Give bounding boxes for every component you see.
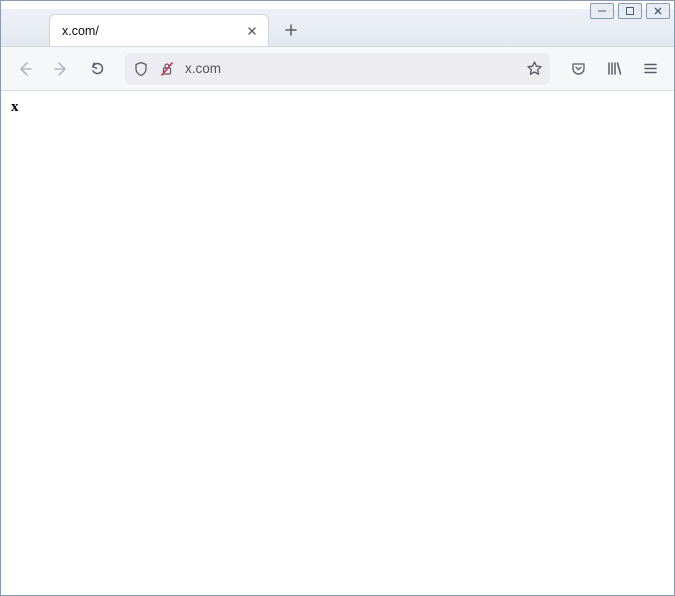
browser-window: x.com/ (0, 0, 675, 596)
shield-icon (133, 61, 149, 77)
browser-tab[interactable]: x.com/ (49, 14, 269, 46)
back-button[interactable] (9, 53, 41, 85)
forward-button[interactable] (45, 53, 77, 85)
library-button[interactable] (598, 53, 630, 85)
hamburger-icon (642, 60, 659, 77)
reload-button[interactable] (81, 53, 113, 85)
maximize-button[interactable] (618, 3, 642, 19)
minimize-button[interactable] (590, 3, 614, 19)
tab-strip: x.com/ (1, 9, 674, 47)
bookmark-button[interactable] (524, 60, 544, 77)
url-bar[interactable] (125, 53, 550, 85)
plus-icon (284, 23, 298, 37)
page-body-text: x (11, 99, 19, 115)
arrow-left-icon (16, 60, 34, 78)
tab-close-button[interactable] (242, 21, 262, 41)
url-input[interactable] (183, 60, 518, 77)
arrow-right-icon (52, 60, 70, 78)
window-control-buttons (590, 3, 670, 19)
navigation-toolbar (1, 47, 674, 91)
site-security-button[interactable] (157, 61, 177, 77)
library-icon (606, 60, 623, 77)
reload-icon (89, 60, 106, 77)
pocket-icon (570, 60, 587, 77)
tracking-protection-button[interactable] (131, 61, 151, 77)
window-titlebar (1, 1, 674, 9)
app-menu-button[interactable] (634, 53, 666, 85)
star-icon (526, 60, 543, 77)
insecure-lock-icon (159, 61, 175, 77)
close-window-button[interactable] (646, 3, 670, 19)
tab-title: x.com/ (62, 24, 234, 38)
new-tab-button[interactable] (277, 16, 305, 44)
save-to-pocket-button[interactable] (562, 53, 594, 85)
page-content: x (1, 91, 674, 595)
close-icon (246, 25, 258, 37)
